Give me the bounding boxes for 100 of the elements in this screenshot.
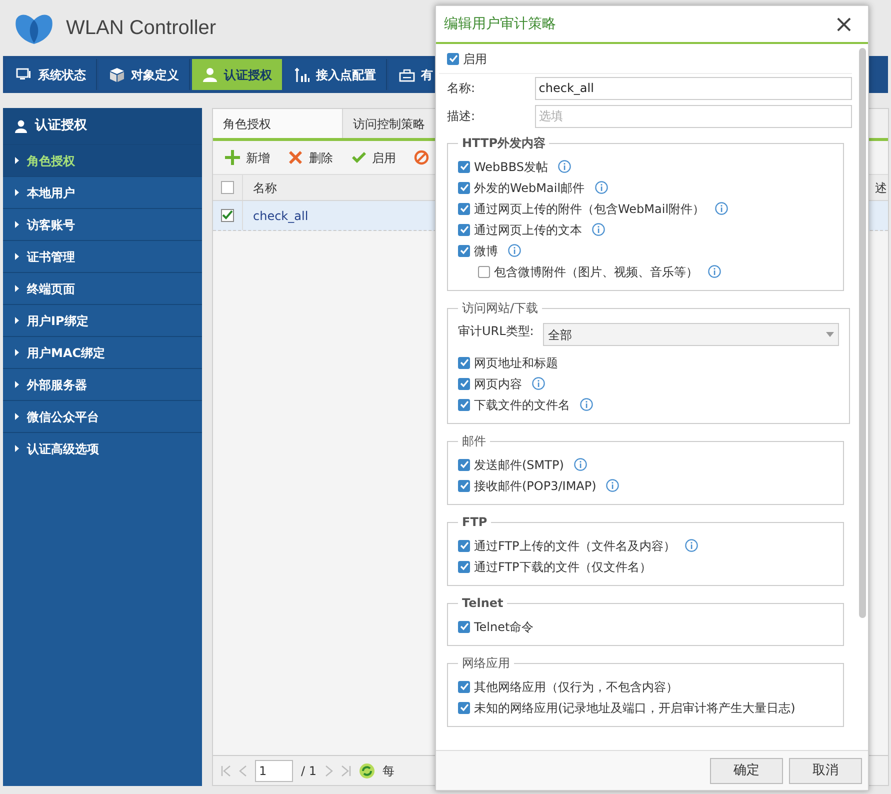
last-page-icon [340, 764, 350, 776]
checkbox-label: Telnet命令 [474, 618, 534, 636]
input-field[interactable]: 选填 [534, 104, 852, 128]
checkbox[interactable] [458, 244, 470, 256]
caret-icon [826, 332, 834, 337]
cube-icon [109, 66, 125, 82]
tab[interactable]: 角色授权 [213, 109, 343, 138]
sidebar-item[interactable]: 本地用户 [3, 176, 202, 208]
toolbar-button[interactable]: 新增 [225, 148, 270, 166]
checkbox-label: 接收邮件(POP3/IMAP) [474, 478, 596, 494]
checkbox[interactable] [221, 209, 234, 222]
url-type-dropdown[interactable]: 全部 [543, 323, 839, 346]
caret-icon [15, 285, 19, 292]
sidebar-item[interactable]: 访客账号 [3, 208, 202, 240]
checkbox-label: 外发的WebMail邮件 [474, 180, 585, 196]
sidebar-item[interactable]: 外部服务器 [3, 368, 202, 400]
page-total: / 1 [301, 762, 316, 780]
section-title: 网络应用 [461, 655, 511, 672]
sidebar-title: 认证授权 [35, 117, 87, 136]
caret-icon [15, 445, 19, 452]
checkbox[interactable] [478, 266, 490, 278]
per-page-label: 每 [382, 762, 394, 780]
checkbox[interactable] [458, 458, 470, 470]
caret-icon [15, 189, 19, 196]
checkbox-label: 发送邮件(SMTP) [474, 456, 564, 474]
input-field[interactable]: check_all [534, 76, 852, 100]
field-label: 审计URL类型: [458, 323, 535, 339]
caret-icon [15, 317, 19, 324]
column-header: 述 [875, 180, 888, 196]
section-title: HTTP外发内容 [461, 135, 546, 152]
column-header: 名称 [252, 180, 278, 196]
sidebar-item[interactable]: 角色授权 [3, 144, 202, 176]
checkbox[interactable] [458, 398, 470, 410]
section-title: Telnet [461, 595, 504, 612]
close-button[interactable]: × [828, 12, 860, 36]
checkbox-label: 通过FTP下载的文件（仅文件名） [474, 558, 652, 576]
section-title: 邮件 [461, 433, 487, 450]
checkbox-label: WebBBS发帖 [474, 158, 548, 176]
checkmark-icon [351, 150, 366, 165]
close-icon [288, 150, 303, 165]
caret-icon [15, 413, 19, 420]
antenna-icon [294, 66, 310, 82]
router-icon [399, 66, 415, 82]
table-cell-text: check_all [252, 208, 310, 224]
nav-tab[interactable]: 接入点配置 [284, 59, 387, 90]
checkbox[interactable] [458, 540, 470, 552]
checkbox-label: 下载文件的文件名 [474, 396, 570, 414]
sidebar-item[interactable]: 用户IP绑定 [3, 304, 202, 336]
checkbox[interactable] [458, 182, 470, 194]
first-page-icon [221, 764, 231, 776]
checkbox-label: 未知的网络应用(记录地址及端口，开启审计将产生大量日志) [474, 700, 796, 716]
app-title: WLAN Controller [66, 16, 216, 41]
checkbox-label: 微博 [474, 242, 498, 260]
checkbox-label: 网页内容 [474, 376, 522, 392]
sidebar-item[interactable]: 微信公众平台 [3, 400, 202, 432]
nav-tab[interactable]: 系统状态 [6, 59, 97, 90]
caret-icon [15, 253, 19, 260]
page-field[interactable]: 1 [255, 760, 293, 782]
caret-icon [15, 221, 19, 228]
checkbox[interactable] [458, 702, 470, 714]
checkbox-label: 其他网络应用（仅行为，不包含内容） [474, 678, 678, 696]
sidebar-item[interactable]: 认证高级选项 [3, 432, 202, 464]
plus-icon [225, 150, 240, 165]
checkbox[interactable] [458, 160, 470, 172]
dialog-button[interactable]: 确定 [710, 758, 783, 784]
checkbox-label: 网页地址和标题 [474, 354, 558, 372]
caret-icon [15, 349, 19, 356]
sidebar-item[interactable]: 证书管理 [3, 240, 202, 272]
checkbox[interactable] [458, 620, 470, 632]
previous-icon [239, 764, 247, 776]
prohibited-icon[interactable] [414, 150, 429, 165]
checkbox-label: 启用 [463, 50, 487, 68]
checkbox[interactable] [458, 356, 470, 368]
checkbox-label: 包含微博附件（图片、视频、音乐等） [494, 264, 698, 280]
checkbox[interactable] [447, 52, 459, 64]
checkbox[interactable] [458, 224, 470, 236]
toolbar-button[interactable]: 删除 [288, 148, 333, 166]
checkbox[interactable] [221, 181, 234, 194]
nav-tab[interactable]: 认证授权 [192, 59, 282, 90]
caret-icon [15, 157, 19, 164]
sidebar-item[interactable]: 用户MAC绑定 [3, 336, 202, 368]
checkbox-label: 通过网页上传的附件（包含WebMail附件） [474, 200, 705, 218]
user-icon [15, 120, 27, 132]
sidebar-item[interactable]: 终端页面 [3, 272, 202, 304]
checkbox[interactable] [458, 560, 470, 572]
next-icon [324, 764, 332, 776]
checkbox[interactable] [458, 480, 470, 492]
checkbox[interactable] [458, 680, 470, 692]
toolbar-button[interactable]: 启用 [351, 148, 396, 166]
caret-icon [15, 381, 19, 388]
refresh-icon [358, 762, 374, 778]
checkbox[interactable] [458, 202, 470, 214]
checkbox-label: 通过网页上传的文本 [474, 222, 582, 238]
checkbox-label: 通过FTP上传的文件（文件名及内容） [474, 538, 676, 554]
nav-tab[interactable]: 对象定义 [99, 59, 190, 90]
section-title: 访问网站/下载 [461, 300, 540, 317]
section-title: FTP [461, 514, 488, 531]
checkbox[interactable] [458, 378, 470, 390]
dialog-title: 编辑用户审计策略 [444, 14, 556, 34]
dialog-button[interactable]: 取消 [789, 758, 862, 784]
